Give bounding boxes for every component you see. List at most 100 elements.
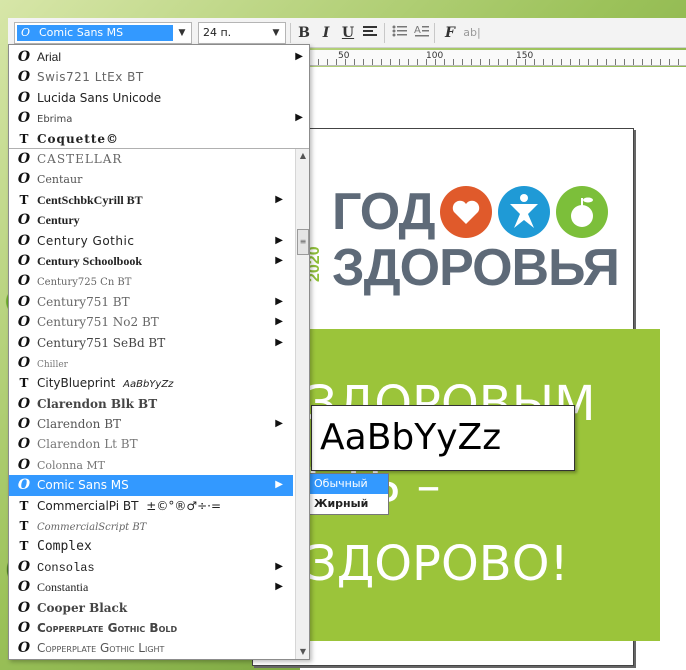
italic-button[interactable]: I [316, 23, 336, 43]
person-icon [498, 186, 550, 238]
submenu-arrow-icon: ▶ [275, 295, 283, 307]
font-item-label: Complex [37, 539, 92, 555]
font-item-cooper-black[interactable]: O Cooper Black [9, 598, 293, 618]
font-item-chiller[interactable]: O Chiller [9, 353, 293, 373]
align-button[interactable] [360, 23, 380, 43]
truetype-font-icon: T [19, 376, 29, 391]
font-item-label: CommercialPi BT [37, 498, 139, 513]
font-item-swis721[interactable]: O Swis721 LtEx BT [9, 67, 309, 87]
scroll-thumb[interactable]: ≡ [297, 229, 309, 255]
font-item-label: Century725 Cn BT [37, 277, 132, 289]
underline-button[interactable]: U [338, 23, 358, 43]
font-item-castellar[interactable]: O CASTELLAR [9, 149, 293, 169]
font-item-century751-no2-bt[interactable]: O Century751 No2 BT ▶ [9, 312, 293, 332]
opentype-font-icon: O [17, 558, 31, 575]
font-item-comic-sans-ms[interactable]: O Comic Sans MS ▶ [9, 475, 293, 496]
font-item-coquette[interactable]: T Coquette© [9, 129, 309, 149]
submenu-arrow-icon: ▶ [275, 316, 283, 328]
font-item-century-gothic[interactable]: O Century Gothic ▶ [9, 231, 293, 251]
font-item-centaur[interactable]: O Centaur [9, 169, 293, 189]
scroll-up-arrow-icon[interactable]: ▲ [296, 149, 310, 163]
opentype-font-icon: O [17, 171, 31, 188]
svg-text:A: A [414, 25, 421, 36]
opentype-font-icon: O [17, 579, 31, 596]
font-size-combobox[interactable]: 24 п. ▼ [198, 22, 286, 44]
font-item-label: Cooper Black [37, 600, 128, 615]
truetype-font-icon: T [19, 498, 29, 513]
font-item-cityblueprint[interactable]: T CityBlueprint AaBbYyZz [9, 373, 293, 393]
font-item-commercialpi-bt[interactable]: T CommercialPi BT ±©°®♂÷·= [9, 496, 293, 516]
font-item-label: Lucida Sans Unicode [37, 90, 162, 105]
chevron-down-icon[interactable]: ▼ [269, 26, 283, 40]
truetype-font-icon: T [19, 192, 29, 207]
chevron-down-icon[interactable]: ▼ [175, 26, 189, 40]
year-of-health-logo[interactable]: 2020 ГОД ЗДОРОВЬЯ [306, 178, 620, 308]
bullet-list-button[interactable] [390, 23, 410, 43]
font-item-copperplate-gothic-light[interactable]: O Copperplate Gothic Light [9, 638, 293, 658]
font-item-arial[interactable]: O Arial ▶ [9, 47, 309, 67]
font-item-label: Arial [37, 50, 62, 64]
font-item-centschbkcyrill-bt[interactable]: T CentSchbkCyrill BT ▶ [9, 190, 293, 210]
scroll-down-arrow-icon[interactable]: ▼ [296, 645, 310, 659]
submenu-arrow-icon: ▶ [275, 418, 283, 430]
font-item-label: Clarendon BT [37, 417, 122, 432]
font-item-label: Chiller [37, 359, 68, 370]
font-item-century[interactable]: O Century [9, 210, 293, 230]
font-family-combobox[interactable]: O Comic Sans MS ▼ [14, 22, 192, 44]
logo-line-2: ЗДОРОВЬЯ [332, 239, 620, 297]
format-text-button[interactable]: F [440, 23, 460, 43]
font-item-label: CentSchbkCyrill BT [37, 192, 143, 207]
font-item-clarendon-blk-bt[interactable]: O Clarendon Blk BT [9, 394, 293, 414]
font-item-ebrima[interactable]: O Ebrima ▶ [9, 108, 309, 128]
font-list-scrollbar[interactable]: ▲ ≡ ▼ [295, 149, 309, 659]
bullet-list-icon [392, 25, 407, 37]
font-item-label: Coquette© [37, 131, 120, 146]
font-item-century-schoolbook[interactable]: O Century Schoolbook ▶ [9, 251, 293, 271]
font-item-label: CASTELLAR [37, 152, 123, 166]
change-case-button[interactable]: ab| [462, 23, 482, 43]
opentype-font-icon: O [17, 314, 31, 331]
drop-cap-button[interactable]: A [412, 23, 432, 43]
font-item-lucida-sans-unicode[interactable]: O Lucida Sans Unicode [9, 88, 309, 108]
submenu-arrow-icon: ▶ [275, 193, 283, 205]
opentype-font-icon: O [17, 640, 31, 657]
opentype-font-icon: O [21, 26, 31, 39]
style-item-regular[interactable]: Обычный [310, 474, 388, 494]
font-item-clarendon-bt[interactable]: O Clarendon BT ▶ [9, 414, 293, 434]
font-item-label: Comic Sans MS [37, 478, 129, 493]
style-item-bold[interactable]: Жирный [310, 494, 388, 514]
font-item-century751-sebd-bt[interactable]: O Century751 SeBd BT ▶ [9, 333, 293, 353]
opentype-font-icon: O [17, 49, 31, 65]
toolbar-separator [384, 23, 385, 43]
toolbar-separator [290, 23, 291, 43]
font-item-clarendon-lt-bt[interactable]: O Clarendon Lt BT [9, 434, 293, 454]
font-item-label: Clarendon Blk BT [37, 396, 158, 411]
font-item-century751-bt[interactable]: O Century751 BT ▶ [9, 292, 293, 312]
submenu-arrow-icon: ▶ [275, 560, 283, 572]
font-item-label: Copperplate Gothic Light [37, 641, 165, 656]
font-item-label: Consolas [37, 560, 95, 575]
font-item-copperplate-gothic-bold[interactable]: O Copperplate Gothic Bold [9, 618, 293, 638]
font-item-commercialscript-bt[interactable]: T CommercialScript BT [9, 516, 293, 536]
font-item-consolas[interactable]: O Consolas ▶ [9, 557, 293, 577]
font-item-label: CityBlueprint [37, 376, 116, 391]
horizontal-ruler[interactable]: 50 100 150 [300, 50, 686, 66]
font-size-value: 24 п. [203, 26, 232, 39]
slogan-line-3[interactable]: ЗДОРОВО! [306, 536, 569, 592]
logo-icons [440, 186, 608, 238]
font-item-colonna-mt[interactable]: O Colonna MT [9, 455, 293, 475]
opentype-font-icon: O [17, 232, 31, 249]
font-item-label: Colonna MT [37, 458, 106, 472]
font-item-complex[interactable]: T Complex [9, 536, 293, 556]
font-item-century725-cn-bt[interactable]: O Century725 Cn BT [9, 271, 293, 291]
font-item-label: Century [37, 213, 80, 228]
submenu-arrow-icon: ▶ [275, 479, 283, 491]
opentype-font-icon: O [17, 151, 31, 167]
font-family-dropdown: O Arial ▶ O Swis721 LtEx BT O Lucida San… [8, 44, 310, 660]
opentype-font-icon: O [17, 395, 31, 412]
font-list[interactable]: O CASTELLAR O Centaur T CentSchbkCyrill … [9, 149, 293, 659]
font-item-label: Century751 No2 BT [37, 315, 159, 330]
bold-button[interactable]: B [294, 23, 314, 43]
font-item-constantia[interactable]: O Constantia ▶ [9, 577, 293, 597]
font-family-value[interactable]: O Comic Sans MS [17, 25, 173, 41]
